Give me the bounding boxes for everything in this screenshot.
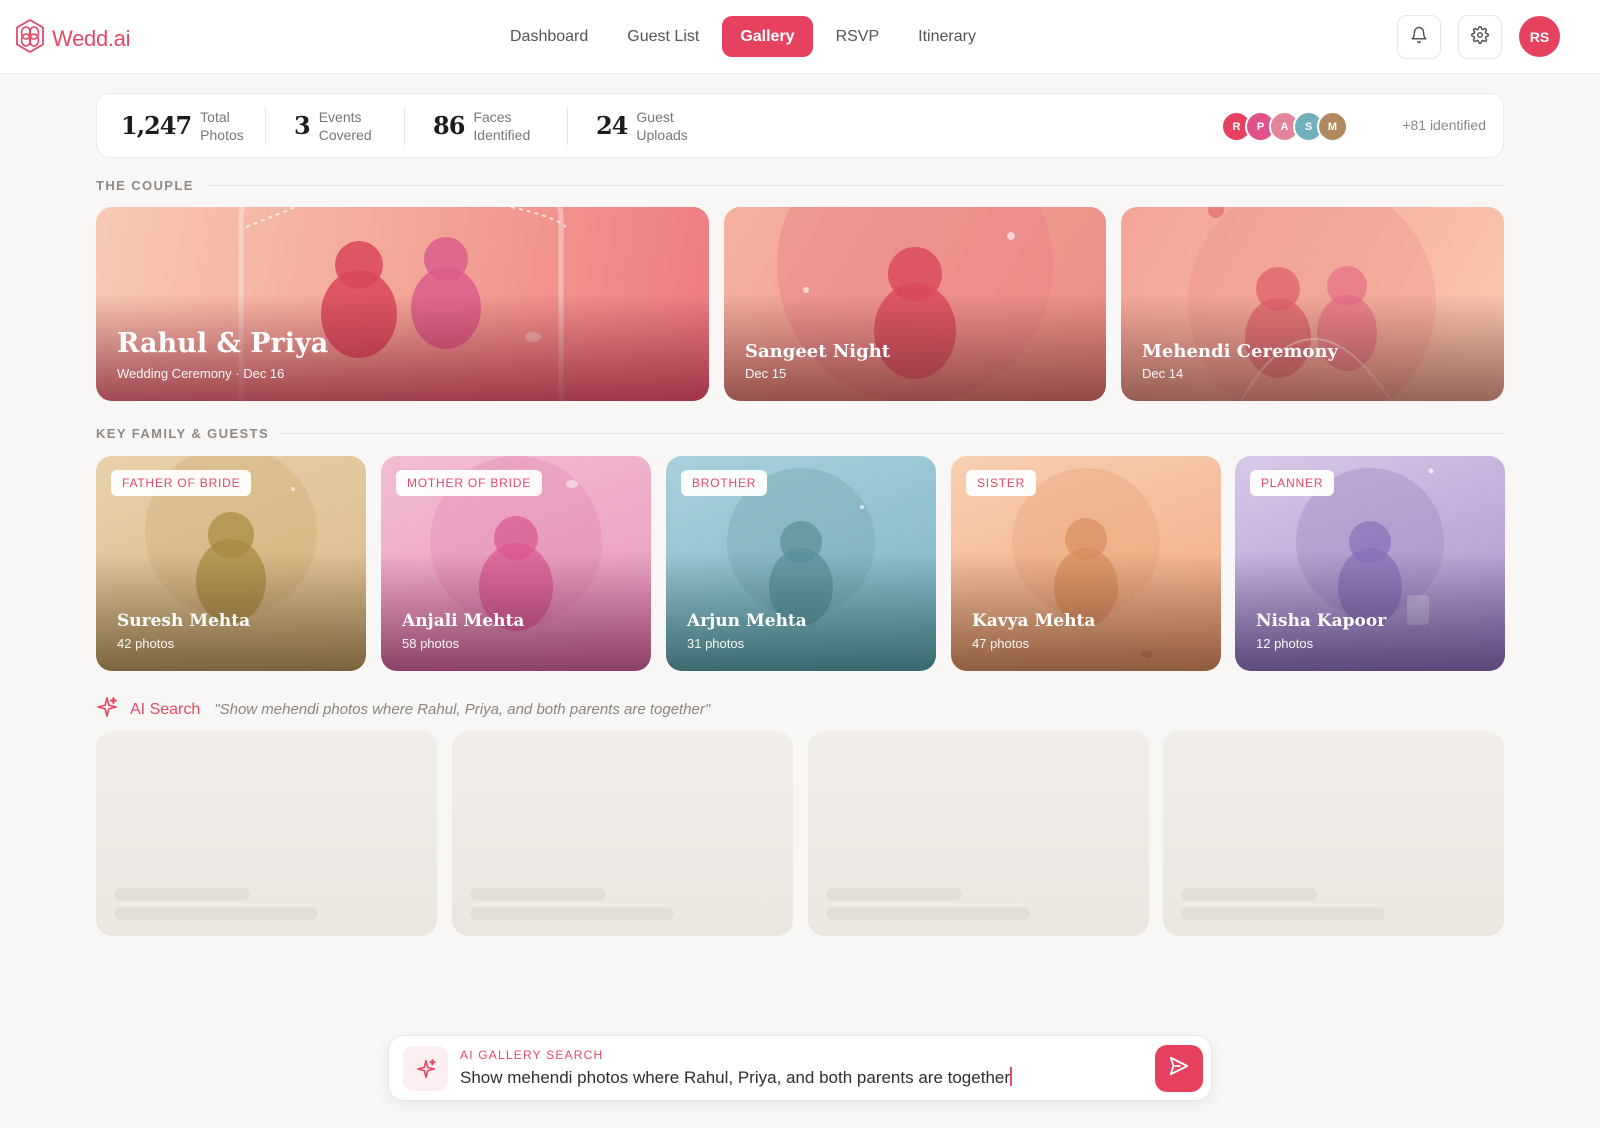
nav-gallery[interactable]: Gallery: [722, 16, 813, 57]
stat-value: 1,247: [121, 111, 192, 140]
ai-gallery-search-bar: AI GALLERY SEARCH Show mehendi photos wh…: [388, 1035, 1212, 1101]
stat-label: Uploads: [636, 126, 688, 143]
gallery-stats-bar: 1,247 Total Photos 3 Events Covered 86 Fac…: [96, 93, 1504, 158]
app-name: Wedd.ai: [52, 25, 131, 51]
couple-card-wedding[interactable]: Rahul & Priya Wedding Ceremony · Dec 16: [96, 207, 709, 401]
skeleton-line: [826, 907, 1030, 920]
person-card-nisha[interactable]: PLANNER Nisha Kapoor 12 photos: [1235, 456, 1505, 671]
face-avatar[interactable]: M: [1317, 111, 1348, 142]
logo[interactable]: Wedd.ai: [14, 18, 131, 59]
section-title: THE COUPLE: [96, 178, 194, 193]
gear-icon: [1471, 25, 1489, 49]
card-title: Rahul & Priya: [117, 328, 329, 359]
section-title: KEY FAMILY & GUESTS: [96, 426, 270, 441]
ai-search-query: "Show mehendi photos where Rahul, Priya,…: [214, 701, 711, 718]
person-name: Anjali Mehta: [402, 611, 525, 631]
identified-count[interactable]: +81 identified: [1390, 117, 1486, 133]
stat-label: Faces: [473, 108, 512, 125]
photo-count: 47 photos: [972, 636, 1030, 651]
skeleton-line: [470, 907, 674, 920]
main-nav: Dashboard Guest List Gallery RSVP Itiner…: [494, 16, 999, 57]
top-navigation-bar: Wedd.ai Dashboard Guest List Gallery RSV…: [0, 0, 1600, 74]
skeleton-line: [1181, 907, 1385, 920]
role-badge: FATHER OF BRIDE: [111, 470, 252, 496]
role-badge: BROTHER: [681, 470, 768, 496]
nav-rsvp[interactable]: RSVP: [820, 16, 896, 57]
photo-count: 42 photos: [117, 636, 175, 651]
stat-total-photos: 1,247 Total Photos: [121, 94, 244, 157]
skeleton-line: [826, 888, 962, 901]
card-title: Sangeet Night: [745, 341, 891, 362]
bell-icon: [1410, 26, 1428, 49]
search-input[interactable]: Show mehendi photos where Rahul, Priya, …: [460, 1067, 1013, 1088]
person-name: Kavya Mehta: [972, 611, 1096, 631]
stat-value: 86: [433, 111, 465, 140]
search-input-text: Show mehendi photos where Rahul, Priya, …: [460, 1068, 1011, 1087]
person-name: Nisha Kapoor: [1256, 611, 1387, 631]
skeleton-line: [1181, 888, 1317, 901]
divider: [265, 107, 266, 145]
nav-guest-list[interactable]: Guest List: [611, 16, 715, 57]
stat-label: Total: [200, 108, 230, 125]
result-placeholder: [808, 731, 1149, 936]
result-placeholder: [1163, 731, 1504, 936]
stat-label: Covered: [318, 126, 372, 143]
family-section-header: KEY FAMILY & GUESTS: [96, 426, 1504, 441]
divider: [567, 107, 568, 145]
role-badge: PLANNER: [1250, 470, 1335, 496]
person-card-suresh[interactable]: FATHER OF BRIDE Suresh Mehta 42 photos: [96, 456, 366, 671]
stat-label: Identified: [473, 126, 531, 143]
stat-label: Photos: [200, 126, 244, 143]
stat-label: Guest: [636, 108, 674, 125]
person-card-kavya[interactable]: SISTER Kavya Mehta 47 photos: [951, 456, 1221, 671]
nav-dashboard[interactable]: Dashboard: [494, 16, 604, 57]
sparkle-icon: [96, 696, 118, 723]
role-badge: MOTHER OF BRIDE: [396, 470, 543, 496]
stat-events-covered: 3 Events Covered: [294, 94, 372, 157]
stat-label: Events: [318, 108, 362, 125]
person-card-arjun[interactable]: BROTHER Arjun Mehta 31 photos: [666, 456, 936, 671]
result-placeholder: [96, 731, 437, 936]
card-subtitle: Wedding Ceremony · Dec 16: [117, 366, 285, 381]
result-placeholder: [452, 731, 793, 936]
nav-itinerary[interactable]: Itinerary: [902, 16, 992, 57]
notifications-button[interactable]: [1397, 15, 1441, 59]
settings-button[interactable]: [1458, 15, 1502, 59]
logo-icon: [14, 18, 46, 59]
send-button[interactable]: [1155, 1045, 1203, 1092]
user-avatar[interactable]: RS: [1519, 16, 1560, 57]
person-card-anjali[interactable]: MOTHER OF BRIDE Anjali Mehta 58 photos: [381, 456, 651, 671]
couple-card-sangeet[interactable]: Sangeet Night Dec 15: [724, 207, 1106, 401]
stat-faces-identified: 86 Faces Identified: [433, 94, 530, 157]
stat-value: 3: [294, 111, 311, 140]
ai-search-row: AI Search "Show mehendi photos where Rah…: [96, 696, 710, 723]
couple-card-mehendi[interactable]: Mehendi Ceremony Dec 14: [1121, 207, 1504, 401]
photo-count: 12 photos: [1256, 636, 1314, 651]
card-title: Mehendi Ceremony: [1142, 341, 1339, 362]
skeleton-line: [114, 888, 250, 901]
person-name: Suresh Mehta: [117, 611, 251, 631]
photo-count: 58 photos: [402, 636, 460, 651]
skeleton-line: [114, 907, 318, 920]
role-badge: SISTER: [966, 470, 1037, 496]
card-subtitle: Dec 14: [1142, 366, 1184, 381]
card-subtitle: Dec 15: [745, 366, 787, 381]
sparkle-icon: [403, 1046, 448, 1091]
photo-count: 31 photos: [687, 636, 745, 651]
skeleton-line: [470, 888, 606, 901]
stat-value: 24: [596, 111, 628, 140]
couple-section-header: THE COUPLE: [96, 178, 1504, 193]
stat-guest-uploads: 24 Guest Uploads: [596, 94, 688, 157]
divider: [404, 107, 405, 145]
divider: [205, 185, 1504, 186]
search-label: AI GALLERY SEARCH: [460, 1048, 604, 1062]
text-cursor: [1010, 1067, 1013, 1086]
person-name: Arjun Mehta: [687, 611, 807, 631]
send-icon: [1168, 1055, 1190, 1082]
ai-search-label: AI Search: [130, 700, 201, 718]
divider: [281, 433, 1504, 434]
